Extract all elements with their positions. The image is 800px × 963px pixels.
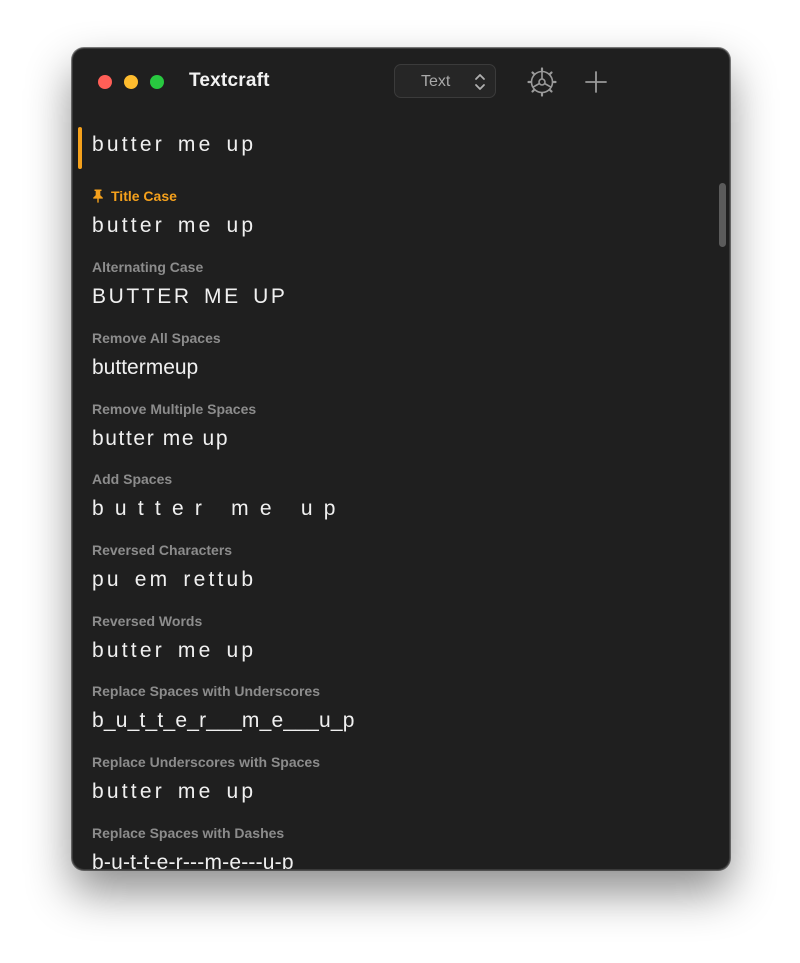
mode-select-value: Text bbox=[421, 73, 451, 90]
gear-icon[interactable] bbox=[527, 67, 557, 97]
item-value: pu em rettub bbox=[92, 568, 257, 591]
item-value: b u t t e r m e u p bbox=[92, 497, 338, 520]
close-window-button[interactable] bbox=[98, 75, 112, 89]
item-value: butter me up bbox=[92, 214, 257, 237]
item-title: Reversed Words bbox=[92, 613, 203, 629]
item-title: Replace Spaces with Underscores bbox=[92, 683, 320, 699]
list-item[interactable]: Replace Spaces with Dashes b-u-t-t-e-r--… bbox=[92, 824, 699, 869]
app-window: Textcraft Text butter me up Title Case b… bbox=[72, 48, 730, 870]
zoom-window-button[interactable] bbox=[150, 75, 164, 89]
input-text-field[interactable]: butter me up bbox=[92, 133, 256, 157]
title-bar: Textcraft Text bbox=[73, 49, 729, 115]
list-item[interactable]: Remove All Spaces buttermeup bbox=[92, 329, 699, 380]
list-item[interactable]: Alternating Case BUTTER ME UP bbox=[92, 258, 699, 309]
item-value: butter me up bbox=[92, 780, 257, 803]
item-title: Remove All Spaces bbox=[92, 330, 221, 346]
item-title: Alternating Case bbox=[92, 259, 204, 275]
input-focus-indicator bbox=[78, 127, 82, 169]
item-value: butter me up bbox=[92, 427, 230, 450]
item-title: Reversed Characters bbox=[92, 542, 233, 558]
item-title: Remove Multiple Spaces bbox=[92, 401, 257, 417]
list-item[interactable]: Replace Spaces with Underscores b_u_t_t_… bbox=[92, 682, 699, 733]
list-item[interactable]: Reversed Words butter me up bbox=[92, 612, 699, 663]
vertical-scrollbar[interactable] bbox=[719, 183, 726, 247]
item-title: Title Case bbox=[92, 187, 699, 205]
item-value: buttermeup bbox=[92, 356, 199, 379]
plus-icon[interactable] bbox=[585, 71, 607, 93]
item-value: BUTTER ME UP bbox=[92, 285, 288, 308]
list-item[interactable]: Remove Multiple Spaces butter me up bbox=[92, 400, 699, 451]
item-value: b_u_t_t_e_r___m_e___u_p bbox=[92, 709, 355, 732]
mode-select[interactable]: Text bbox=[394, 64, 496, 98]
item-title: Replace Spaces with Dashes bbox=[92, 825, 285, 841]
minimize-window-button[interactable] bbox=[124, 75, 138, 89]
item-value: b-u-t-t-e-r---m-e---u-p bbox=[92, 851, 294, 869]
list-item[interactable]: Reversed Characters pu em rettub bbox=[92, 541, 699, 592]
item-title: Replace Underscores with Spaces bbox=[92, 754, 320, 770]
list-item[interactable]: Title Case butter me up bbox=[92, 187, 699, 238]
transformations-list: butter me up Title Case butter me up Alt… bbox=[73, 115, 729, 869]
item-value: butter me up bbox=[92, 639, 257, 662]
list-item[interactable]: Add Spaces b u t t e r m e u p bbox=[92, 470, 699, 521]
pin-icon bbox=[93, 189, 103, 203]
item-title-label: Title Case bbox=[111, 188, 177, 204]
list-item[interactable]: Replace Underscores with Spaces butter m… bbox=[92, 753, 699, 804]
item-title: Add Spaces bbox=[92, 471, 173, 487]
app-title: Textcraft bbox=[189, 70, 270, 91]
chevron-updown-icon bbox=[475, 74, 485, 90]
